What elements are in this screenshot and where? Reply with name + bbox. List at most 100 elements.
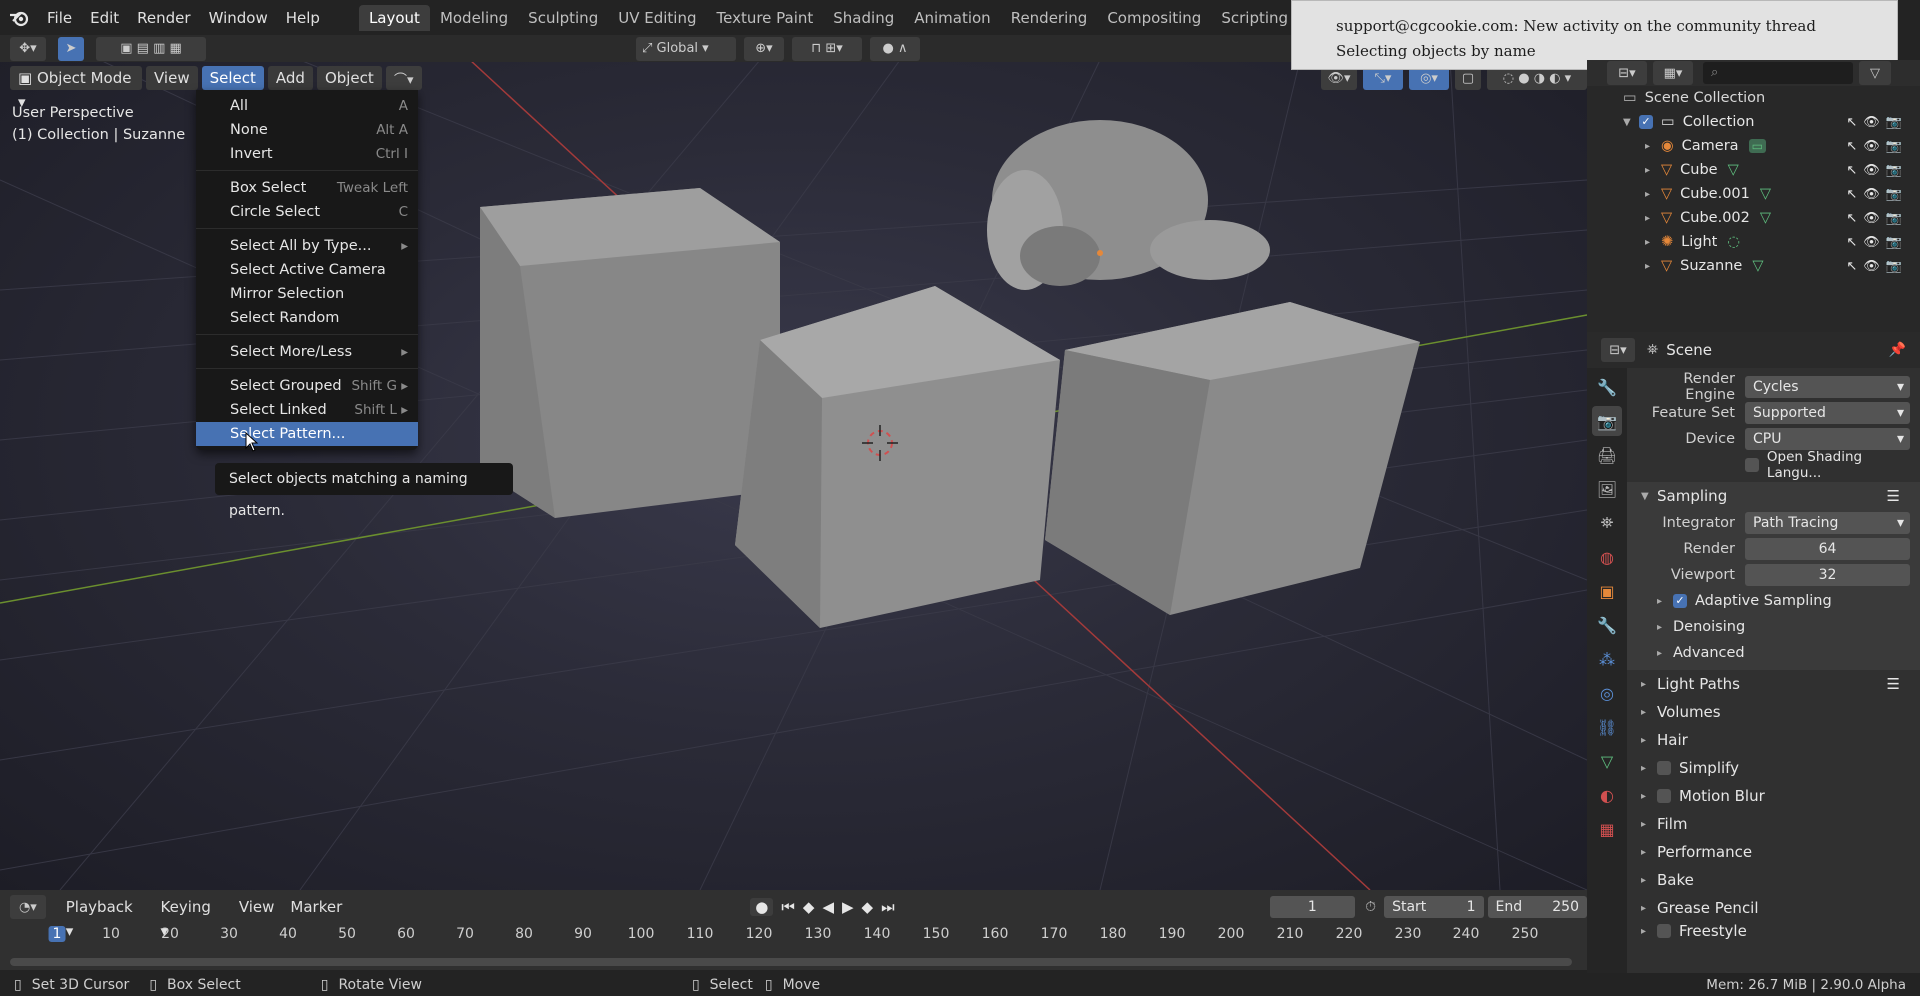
material-tab-icon[interactable]: ◐ bbox=[1592, 780, 1622, 810]
osl-checkbox-row[interactable]: Open Shading Langu... bbox=[1635, 449, 1920, 481]
pivot-icon[interactable]: ⊕▾ bbox=[744, 36, 784, 61]
transform-gizmo-icon[interactable]: ⌒▾ bbox=[385, 66, 422, 90]
subsection-advanced[interactable]: ▸ Advanced bbox=[1627, 640, 1920, 666]
collection-checkbox[interactable]: ✓ bbox=[1639, 115, 1653, 129]
editor-type-button[interactable]: ✥▾ bbox=[10, 36, 46, 61]
viewport-samples-field[interactable]: 32 bbox=[1745, 564, 1910, 586]
expand-right-icon[interactable]: ▸ bbox=[1645, 141, 1661, 152]
menu-item-select-all-by-type[interactable]: Select All by Type... ▸ bbox=[196, 234, 418, 258]
outliner-row-light[interactable]: ▸ ✺ Light ◌ ↖👁📷 bbox=[1587, 230, 1920, 254]
restrict-toggles-icons[interactable]: ↖👁📷 bbox=[1846, 259, 1908, 274]
record-icon[interactable]: ● bbox=[750, 898, 774, 916]
outliner-row-suzanne[interactable]: ▸ ▽ Suzanne ▽ ↖👁📷 bbox=[1587, 254, 1920, 278]
restrict-toggles-icons[interactable]: ↖👁📷 bbox=[1846, 139, 1908, 154]
menu-edit[interactable]: Edit bbox=[81, 6, 128, 30]
outliner-row-scene-collection[interactable]: ▭ Scene Collection bbox=[1587, 86, 1920, 110]
subsection-denoising[interactable]: ▸ Denoising bbox=[1627, 614, 1920, 640]
outliner-row-cube-002[interactable]: ▸ ▽ Cube.002 ▽ ↖👁📷 bbox=[1587, 206, 1920, 230]
motion-blur-checkbox[interactable] bbox=[1657, 789, 1671, 803]
menu-item-select-grouped[interactable]: Select Grouped Shift G ▸ bbox=[196, 374, 418, 398]
modifier-tab-icon[interactable]: 🔧 bbox=[1592, 610, 1622, 640]
preset-list-icon[interactable]: ☰ bbox=[1887, 675, 1900, 693]
light-data-icon[interactable]: ◌ bbox=[1727, 234, 1740, 250]
section-grease-pencil[interactable]: ▸ Grease Pencil bbox=[1627, 894, 1920, 922]
section-bake[interactable]: ▸ Bake bbox=[1627, 866, 1920, 894]
tool-tab-icon[interactable]: 🔧 bbox=[1592, 372, 1622, 402]
texture-tab-icon[interactable]: ▦ bbox=[1592, 814, 1622, 844]
tab-layout[interactable]: Layout bbox=[358, 4, 430, 31]
menu-item-none[interactable]: None Alt A bbox=[196, 118, 418, 142]
restrict-toggles-icons[interactable]: ↖👁📷 bbox=[1846, 115, 1908, 130]
play-reverse-icon[interactable]: ◀ bbox=[822, 898, 834, 916]
mesh-data-icon[interactable]: ▽ bbox=[1752, 258, 1763, 274]
output-tab-icon[interactable]: 🖨 bbox=[1592, 440, 1622, 470]
menu-add[interactable]: Add bbox=[267, 66, 313, 90]
next-keyframe-icon[interactable]: ◆ bbox=[862, 898, 874, 916]
timeline-scrollbar[interactable] bbox=[10, 958, 1572, 966]
restrict-toggles-icons[interactable]: ↖👁📷 bbox=[1846, 235, 1908, 250]
menu-item-select-pattern[interactable]: Select Pattern... bbox=[196, 422, 418, 446]
preset-list-icon[interactable]: ☰ bbox=[1887, 487, 1900, 505]
selection-mode-icons[interactable]: ▣ ▤ ▥ ▦ bbox=[96, 36, 206, 61]
menu-view[interactable]: View bbox=[146, 66, 198, 90]
timeline-menu-view[interactable]: View bbox=[231, 895, 283, 919]
simplify-checkbox[interactable] bbox=[1657, 761, 1671, 775]
feature-set-select[interactable]: Supported ▾ bbox=[1745, 402, 1910, 424]
outliner-row-camera[interactable]: ▸ ◉ Camera ▭ ↖👁📷 bbox=[1587, 134, 1920, 158]
menu-item-mirror-selection[interactable]: Mirror Selection bbox=[196, 282, 418, 306]
menu-select[interactable]: Select bbox=[201, 66, 264, 90]
orientation-select[interactable]: ⤢ Global ▾ bbox=[636, 36, 736, 61]
restrict-toggles-icons[interactable]: ↖👁📷 bbox=[1846, 211, 1908, 226]
menu-render[interactable]: Render bbox=[128, 6, 199, 30]
render-engine-select[interactable]: Cycles ▾ bbox=[1745, 376, 1910, 398]
world-tab-icon[interactable]: ◍ bbox=[1592, 542, 1622, 572]
menu-window[interactable]: Window bbox=[200, 6, 277, 30]
render-samples-field[interactable]: 64 bbox=[1745, 538, 1910, 560]
menu-item-select-active-camera[interactable]: Select Active Camera bbox=[196, 258, 418, 282]
section-light-paths[interactable]: ▸ Light Paths ☰ bbox=[1627, 670, 1920, 698]
freestyle-checkbox[interactable] bbox=[1657, 924, 1671, 938]
device-select[interactable]: CPU ▾ bbox=[1745, 428, 1910, 450]
jump-end-icon[interactable]: ⏭ bbox=[881, 898, 895, 916]
menu-item-select-linked[interactable]: Select Linked Shift L ▸ bbox=[196, 398, 418, 422]
funnel-icon[interactable]: ▽ bbox=[1859, 61, 1891, 85]
mesh-data-tab-icon[interactable]: ▽ bbox=[1592, 746, 1622, 776]
outliner-row-cube[interactable]: ▸ ▽ Cube ▽ ↖👁📷 bbox=[1587, 158, 1920, 182]
object-tab-icon[interactable]: ▣ bbox=[1592, 576, 1622, 606]
stopwatch-icon[interactable]: ⏱ bbox=[1365, 899, 1376, 915]
menu-item-all[interactable]: All A bbox=[196, 94, 418, 118]
play-icon[interactable]: ▶ bbox=[842, 898, 854, 916]
menu-item-invert[interactable]: Invert Ctrl I bbox=[196, 142, 418, 166]
scene-tab-icon[interactable]: ⛯ bbox=[1592, 508, 1622, 538]
menu-item-box-select[interactable]: Box Select Tweak Left bbox=[196, 176, 418, 200]
blender-logo-icon[interactable] bbox=[0, 9, 38, 27]
menu-file[interactable]: File bbox=[38, 6, 81, 30]
mesh-data-icon[interactable]: ▽ bbox=[1760, 210, 1771, 226]
view-layer-tab-icon[interactable]: 🖼 bbox=[1592, 474, 1622, 504]
menu-help[interactable]: Help bbox=[277, 6, 329, 30]
adaptive-sampling-checkbox[interactable]: ✓ bbox=[1673, 594, 1687, 608]
physics-tab-icon[interactable]: ◎ bbox=[1592, 678, 1622, 708]
expand-right-icon[interactable]: ▸ bbox=[1645, 213, 1661, 224]
timeline-menu-marker[interactable]: Marker bbox=[282, 895, 350, 919]
outliner-row-collection[interactable]: ▼ ✓ ▭ Collection ↖👁📷 bbox=[1587, 110, 1920, 134]
section-performance[interactable]: ▸ Performance bbox=[1627, 838, 1920, 866]
tab-animation[interactable]: Animation bbox=[904, 5, 1000, 31]
menu-object[interactable]: Object bbox=[316, 66, 382, 90]
tab-rendering[interactable]: Rendering bbox=[1001, 5, 1098, 31]
tab-compositing[interactable]: Compositing bbox=[1097, 5, 1211, 31]
camera-data-icon[interactable]: ▭ bbox=[1748, 139, 1766, 153]
timeline-ruler[interactable]: 1 10 20 30 40 50 60 70 80 90 100 110 120… bbox=[0, 926, 1587, 950]
tab-shading[interactable]: Shading bbox=[823, 5, 904, 31]
mesh-data-icon[interactable]: ▽ bbox=[1728, 162, 1739, 178]
section-freestyle[interactable]: ▸ Freestyle bbox=[1627, 922, 1920, 940]
section-volumes[interactable]: ▸ Volumes bbox=[1627, 698, 1920, 726]
tab-sculpting[interactable]: Sculpting bbox=[518, 5, 608, 31]
expand-right-icon[interactable]: ▸ bbox=[1645, 261, 1661, 272]
pin-icon[interactable]: 📌 bbox=[1889, 342, 1906, 358]
expand-right-icon[interactable]: ▸ bbox=[1645, 237, 1661, 248]
outliner-row-cube-001[interactable]: ▸ ▽ Cube.001 ▽ ↖👁📷 bbox=[1587, 182, 1920, 206]
restrict-toggles-icons[interactable]: ↖👁📷 bbox=[1846, 163, 1908, 178]
timeline-menu-keying[interactable]: Keying ▾ bbox=[153, 895, 231, 940]
tab-texture-paint[interactable]: Texture Paint bbox=[706, 5, 823, 31]
